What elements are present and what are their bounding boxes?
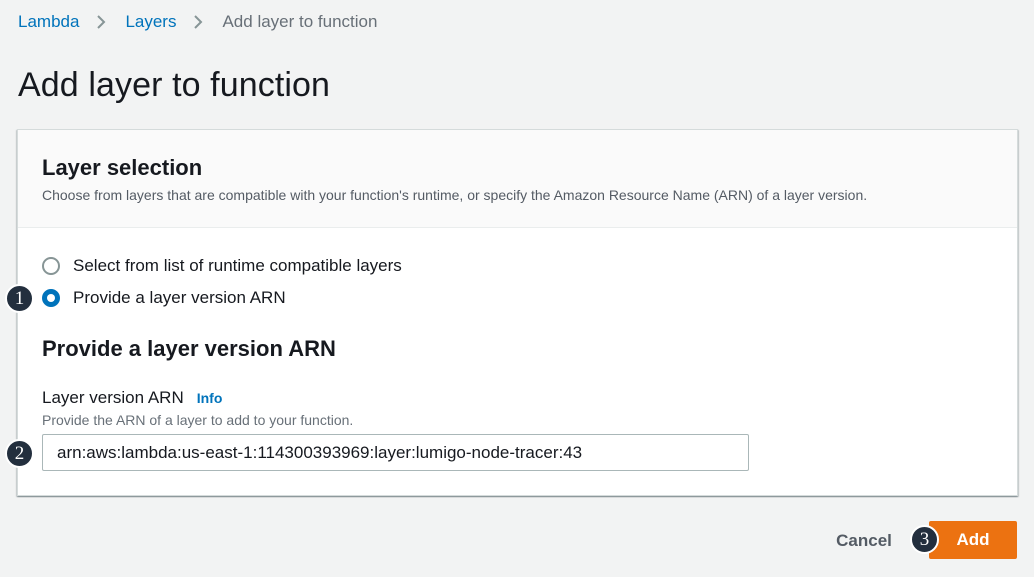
- step-badge-2: 2: [5, 439, 34, 468]
- panel-description: Choose from layers that are compatible w…: [42, 187, 868, 203]
- add-button[interactable]: Add: [929, 521, 1017, 559]
- breadcrumb-layers-link[interactable]: Layers: [125, 11, 176, 33]
- layer-version-arn-input[interactable]: [42, 434, 749, 471]
- field-label: Layer version ARN Info: [42, 387, 222, 409]
- step-badge-3: 3: [910, 525, 939, 554]
- panel-title: Layer selection: [42, 155, 203, 180]
- info-link[interactable]: Info: [197, 387, 223, 409]
- radio-label: Select from list of runtime compatible l…: [73, 256, 402, 275]
- radio-label: Provide a layer version ARN: [73, 288, 286, 307]
- radio-button-checked[interactable]: [42, 289, 60, 307]
- add-button-label: Add: [956, 530, 990, 549]
- layer-selection-panel: Layer selection Choose from layers that …: [17, 129, 1018, 496]
- radio-option-provide-arn[interactable]: Provide a layer version ARN: [42, 287, 286, 309]
- breadcrumb-current: Add layer to function: [222, 12, 378, 31]
- cancel-button[interactable]: Cancel: [823, 527, 905, 555]
- arn-section-heading: Provide a layer version ARN: [42, 336, 336, 361]
- radio-option-runtime-compatible[interactable]: Select from list of runtime compatible l…: [42, 255, 402, 277]
- radio-button-unchecked[interactable]: [42, 257, 60, 275]
- page-title: Add layer to function: [18, 66, 331, 104]
- layer-version-arn-label: Layer version ARN: [42, 388, 184, 407]
- chevron-right-icon: [95, 11, 109, 33]
- panel-header: Layer selection Choose from layers that …: [18, 130, 1017, 228]
- breadcrumb-lambda-link[interactable]: Lambda: [18, 11, 79, 33]
- step-badge-1: 1: [5, 284, 34, 313]
- chevron-right-icon: [192, 11, 206, 33]
- field-description: Provide the ARN of a layer to add to you…: [42, 412, 354, 428]
- breadcrumb: Lambda Layers Add layer to function: [18, 11, 377, 33]
